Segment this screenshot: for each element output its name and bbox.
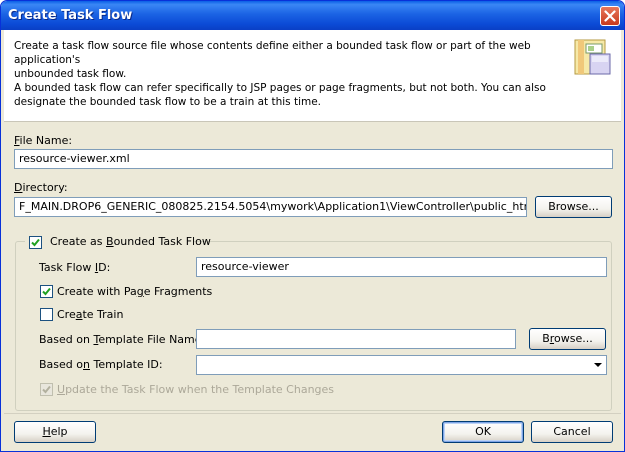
help-button[interactable]: Help xyxy=(14,421,96,443)
checkmark-icon xyxy=(42,385,51,394)
create-train-checkbox[interactable] xyxy=(40,308,53,321)
directory-input[interactable]: F_MAIN.DROP6_GENERIC_080825.2154.5054\my… xyxy=(14,197,527,217)
cancel-button[interactable]: Cancel xyxy=(531,421,613,443)
page-fragments-checkbox[interactable] xyxy=(40,285,53,298)
chevron-down-icon[interactable] xyxy=(590,356,606,374)
task-flow-wizard-icon xyxy=(574,39,611,75)
dialog-header: Create a task flow source file whose con… xyxy=(4,30,621,122)
dialog-title: Create Task Flow xyxy=(8,8,133,23)
description-paragraph-1: Create a task flow source file whose con… xyxy=(14,40,531,80)
directory-browse-button[interactable]: Browse... xyxy=(535,196,612,218)
template-id-label: Based on Template ID: xyxy=(39,358,163,371)
update-on-template-change-label: Update the Task Flow when the Template C… xyxy=(57,383,335,396)
task-flow-id-label: Task Flow ID: xyxy=(39,261,111,274)
update-on-template-change-checkbox[interactable] xyxy=(40,383,53,396)
checkmark-icon xyxy=(31,238,40,247)
directory-label: Directory: xyxy=(14,181,68,194)
template-id-select[interactable] xyxy=(196,355,607,375)
footer-divider xyxy=(4,413,621,414)
template-file-input[interactable] xyxy=(196,329,516,349)
file-name-input[interactable]: resource-viewer.xml xyxy=(14,149,613,169)
template-browse-button[interactable]: Browse... xyxy=(529,328,606,350)
template-file-label: Based on Template File Name: xyxy=(39,333,206,346)
page-fragments-label: Create with Page Fragments xyxy=(57,285,213,298)
title-bar[interactable]: Create Task Flow xyxy=(1,1,624,30)
file-name-label: File Name: xyxy=(14,134,73,147)
create-task-flow-dialog: Create Task Flow Create a task flow sour… xyxy=(0,0,625,452)
ok-button[interactable]: OK xyxy=(442,421,524,443)
create-train-label: Create Train xyxy=(57,308,124,321)
task-flow-id-input[interactable]: resource-viewer xyxy=(196,257,607,277)
close-button[interactable] xyxy=(600,6,620,26)
description-paragraph-2: A bounded task flow can refer specifical… xyxy=(14,82,546,108)
bounded-task-flow-checkbox[interactable] xyxy=(29,236,42,249)
close-icon xyxy=(604,10,616,22)
checkmark-icon xyxy=(42,287,51,296)
